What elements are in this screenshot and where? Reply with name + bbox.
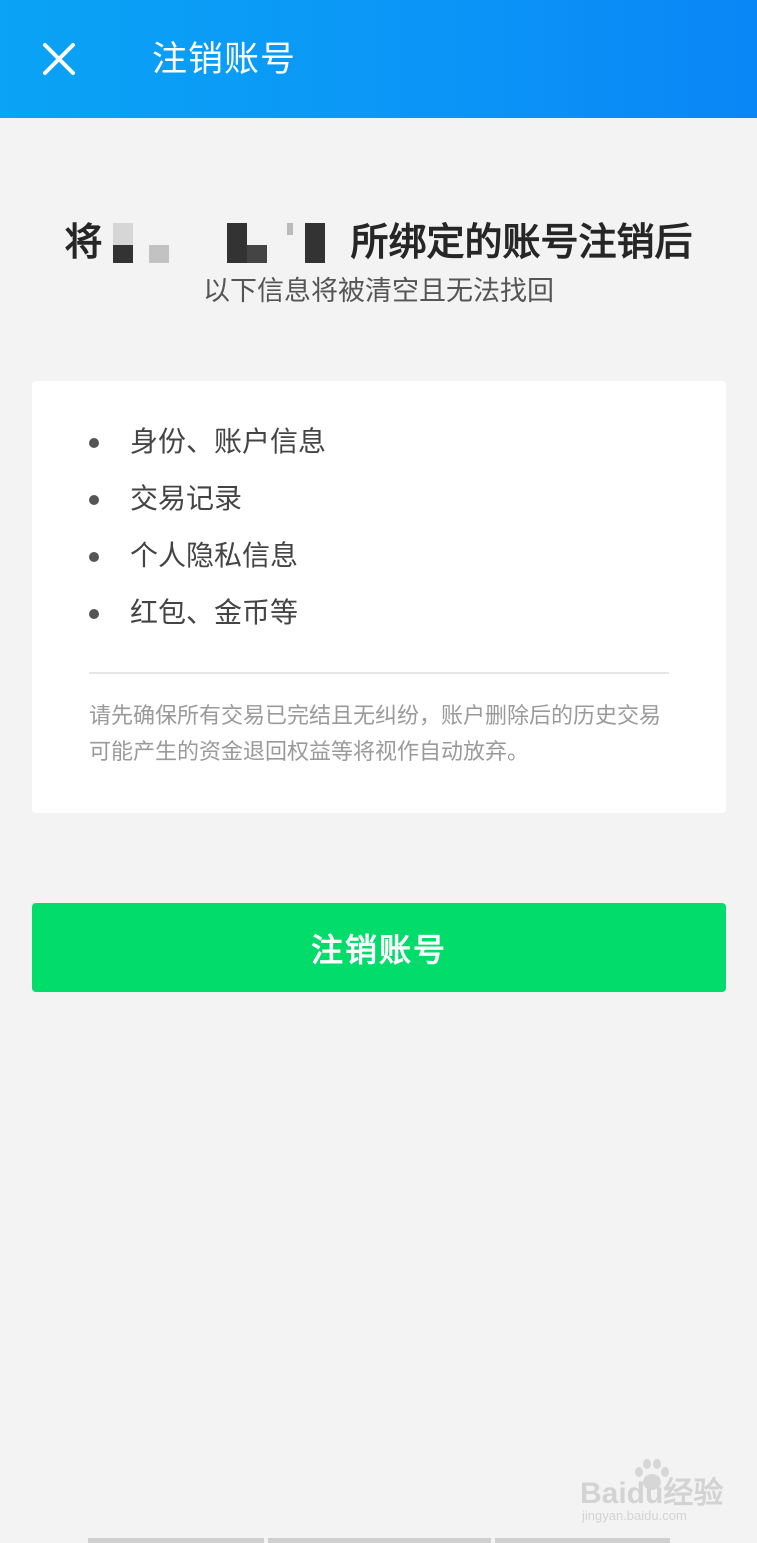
bottom-edge-strip: [88, 1538, 670, 1543]
list-item-label: 个人隐私信息: [130, 539, 299, 572]
cancel-account-button[interactable]: 注销账号: [32, 903, 726, 992]
bullet-icon: [89, 609, 99, 619]
watermark-url: jingyan.baidu.com: [582, 1508, 687, 1523]
list-item: 个人隐私信息: [32, 527, 726, 584]
bullet-icon: [89, 438, 99, 448]
cleared-info-list: 身份、账户信息 交易记录 个人隐私信息 红包、金币等: [32, 413, 726, 641]
close-button[interactable]: [26, 26, 92, 92]
watermark: Baidu经验 jingyan.baidu.com: [580, 1459, 730, 1530]
redacted-account: [107, 215, 347, 275]
top-bar: 注销账号: [0, 0, 757, 118]
headline-prefix: 将: [64, 220, 103, 264]
list-item: 交易记录: [32, 470, 726, 527]
headline-subtitle: 以下信息将被清空且无法找回: [203, 276, 554, 307]
disclaimer-note: 请先确保所有交易已完结且无纠纷，账户删除后的历史交易可能产生的资金退回权益等将视…: [89, 704, 662, 765]
close-icon: [43, 43, 75, 75]
watermark-text: Baidu经验: [580, 1477, 724, 1510]
list-item-label: 交易记录: [130, 482, 243, 515]
list-item-label: 红包、金币等: [130, 596, 299, 629]
divider: [89, 672, 669, 674]
page-title: 注销账号: [152, 40, 297, 80]
list-item: 身份、账户信息: [32, 413, 726, 470]
list-item: 红包、金币等: [32, 584, 726, 641]
headline: 将 所绑定的账号注销后: [0, 212, 757, 275]
headline-suffix: 所绑定的账号注销后: [350, 220, 693, 264]
bullet-icon: [89, 552, 99, 562]
list-item-label: 身份、账户信息: [130, 425, 327, 458]
bullet-icon: [89, 495, 99, 505]
info-card: 身份、账户信息 交易记录 个人隐私信息 红包、金币等 请先确保所有交易已完结且无…: [32, 381, 726, 813]
